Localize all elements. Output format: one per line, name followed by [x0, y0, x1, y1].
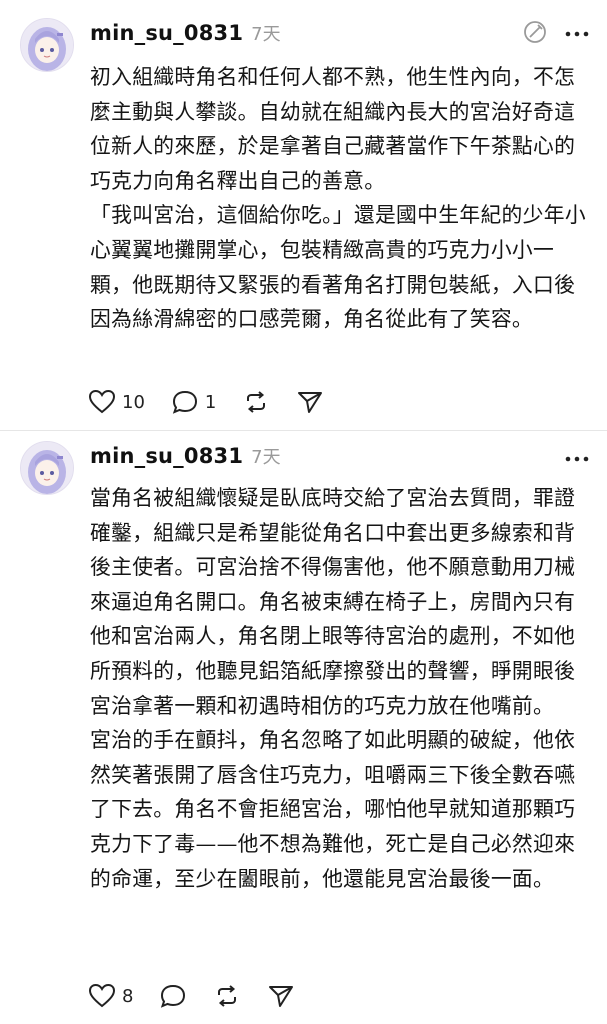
heart-icon [88, 389, 116, 415]
post-body: 初入組織時角名和任何人都不熟，他生性內向，不怎麼主動與人攀談。自幼就在組織內長大… [90, 60, 590, 337]
repost-icon [242, 389, 270, 415]
post-header: min_su_0831 7天 [90, 443, 281, 473]
reply-button[interactable]: 1 [171, 389, 216, 415]
thread-post: min_su_0831 7天 當角名被組織懷疑是臥底時交給了宮治去質問，罪證確鑿… [0, 431, 607, 1024]
post-paragraph: 當角名被組織懷疑是臥底時交給了宮治去質問，罪證確鑿，組織只是希望能從角名口中套出… [90, 486, 576, 718]
heart-icon [88, 983, 116, 1009]
thread-post: min_su_0831 7天 初入組織時角名和任何人都不熟，他生性內向，不怎麼主… [0, 0, 607, 430]
post-header: min_su_0831 7天 [90, 20, 281, 50]
post-paragraph: 初入組織時角名和任何人都不熟，他生性內向，不怎麼主動與人攀談。自幼就在組織內長大… [90, 65, 576, 193]
repost-button[interactable] [213, 983, 241, 1009]
reply-button[interactable] [159, 983, 187, 1009]
reply-count: 1 [204, 391, 217, 413]
post-actions: 8 [88, 981, 321, 1011]
share-icon [267, 983, 295, 1009]
comment-icon [171, 389, 199, 415]
like-button[interactable]: 10 [88, 389, 145, 415]
edit-icon[interactable] [521, 18, 549, 46]
post-time: 7天 [251, 447, 281, 468]
post-body: 當角名被組織懷疑是臥底時交給了宮治去質問，罪證確鑿，組織只是希望能從角名口中套出… [90, 481, 590, 896]
post-paragraph: 「我叫宮治，這個給你吃。」還是國中生年紀的少年小心翼翼地攤開掌心，包裝精緻高貴的… [90, 203, 586, 332]
like-count: 10 [122, 391, 145, 413]
repost-icon [213, 983, 241, 1009]
username[interactable]: min_su_0831 [90, 444, 243, 468]
post-time: 7天 [251, 24, 281, 45]
avatar[interactable] [20, 18, 74, 72]
avatar[interactable] [20, 441, 74, 495]
like-count: 8 [122, 985, 134, 1007]
more-icon[interactable] [563, 22, 591, 46]
share-button[interactable] [267, 983, 295, 1009]
username[interactable]: min_su_0831 [90, 21, 243, 45]
repost-button[interactable] [242, 389, 270, 415]
comment-icon [159, 983, 187, 1009]
share-button[interactable] [296, 389, 324, 415]
post-paragraph: 宮治的手在顫抖，角名忽略了如此明顯的破綻，他依然笑著張開了唇含住巧克力，咀嚼兩三… [90, 728, 576, 891]
like-button[interactable]: 8 [88, 983, 133, 1009]
more-icon[interactable] [563, 447, 591, 471]
post-actions: 10 1 [88, 387, 350, 417]
share-icon [296, 389, 324, 415]
